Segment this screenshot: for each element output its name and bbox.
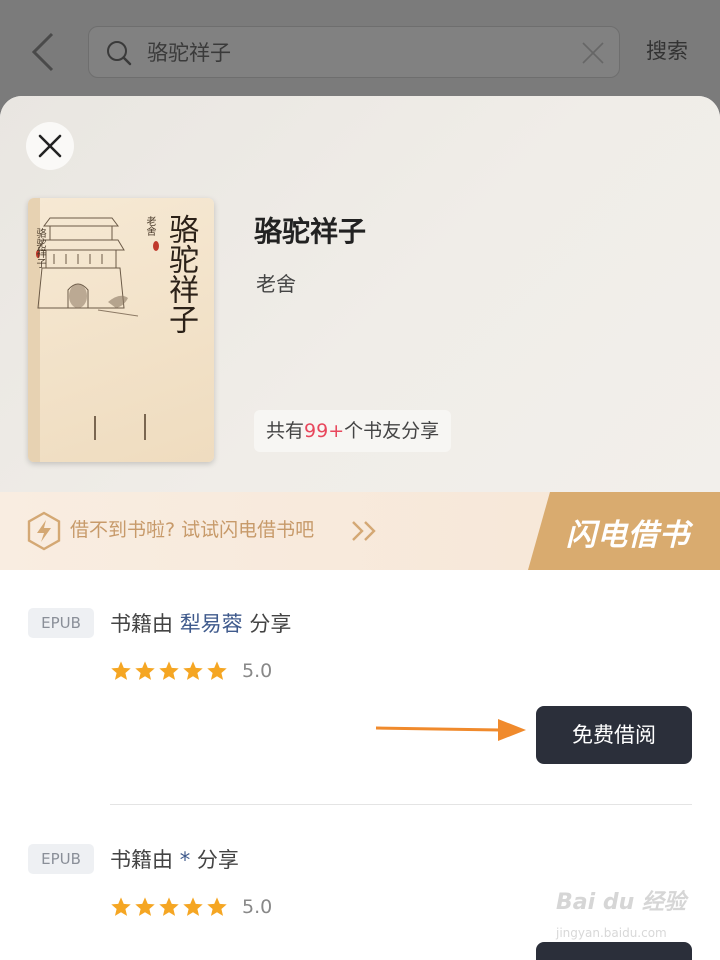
star-icon: [159, 897, 179, 916]
book-author[interactable]: 老舍: [256, 268, 296, 297]
share-suffix: 个书友分享: [344, 420, 440, 442]
share-prefix: 共有: [266, 420, 305, 442]
rating-value: 5.0: [242, 660, 273, 682]
cover-title: 骆驼祥子: [163, 214, 198, 334]
double-chevron-right-icon: [352, 521, 376, 541]
watermark-logo: Bai du 经验: [556, 890, 686, 915]
promo-text: 借不到书啦? 试试闪电借书吧: [70, 519, 315, 541]
sharer-name[interactable]: 犁易蓉: [180, 612, 243, 636]
book-title: 骆驼祥子: [254, 215, 367, 248]
free-borrow-button[interactable]: 免费借阅: [536, 942, 692, 960]
search-input[interactable]: 骆驼祥子: [88, 26, 620, 78]
share-count-badge: 共有99+个书友分享: [254, 410, 452, 452]
star-icon: [111, 897, 131, 916]
promo-badge-text: 闪电借书: [566, 518, 690, 553]
sharer-line: 书籍由 犁易蓉 分享: [110, 608, 291, 638]
format-badge: EPUB: [28, 844, 94, 874]
annotation-arrow-icon: [375, 719, 526, 741]
share-count: 99+: [304, 420, 345, 442]
star-icon: [159, 661, 179, 680]
search-query-text: 骆驼祥子: [147, 41, 231, 65]
share-entry: EPUB 书籍由 犁易蓉 分享 5.0 免费借阅: [0, 570, 720, 806]
star-icon: [207, 661, 227, 680]
star-icon: [135, 897, 155, 916]
lightning-icon: [27, 511, 61, 551]
sharer-suffix: 分享: [249, 612, 292, 636]
star-icon: [111, 661, 131, 680]
divider: [110, 804, 692, 805]
close-button[interactable]: [26, 122, 74, 170]
sharer-suffix: 分享: [196, 848, 239, 872]
format-badge: EPUB: [28, 608, 94, 638]
sharer-prefix: 书籍由: [110, 612, 173, 636]
watermark-url: jingyan.baidu.com: [556, 926, 667, 940]
star-rating: [110, 660, 228, 686]
clear-icon[interactable]: [579, 39, 607, 67]
book-detail-sheet: 老舍 骆驼祥子 骆驼祥子 骆驼祥子 老舍 共有99+个书友分享 借不到书啦? 试…: [0, 96, 720, 960]
sharer-prefix: 书籍由: [110, 848, 173, 872]
chevron-left-icon: [31, 32, 54, 72]
star-icon: [183, 661, 203, 680]
rating-value: 5.0: [242, 896, 273, 918]
star-rating: [110, 896, 228, 922]
close-icon: [38, 134, 62, 158]
free-borrow-button[interactable]: 免费借阅: [536, 706, 692, 764]
search-button[interactable]: 搜索: [646, 36, 688, 66]
sharer-line: 书籍由 * 分享: [110, 844, 239, 874]
book-cover[interactable]: 老舍 骆驼祥子 骆驼祥子: [28, 198, 214, 462]
sharer-name[interactable]: *: [180, 848, 191, 872]
star-icon: [183, 897, 203, 916]
back-button[interactable]: [24, 26, 64, 78]
book-header: 老舍 骆驼祥子 骆驼祥子 骆驼祥子 老舍 共有99+个书友分享: [0, 96, 720, 492]
cover-spine-text: 骆驼祥子: [34, 228, 45, 268]
search-icon: [107, 41, 132, 66]
top-bar: 骆驼祥子 搜索: [0, 0, 720, 100]
cover-author: 老舍: [144, 216, 155, 236]
star-icon: [135, 661, 155, 680]
flash-borrow-banner[interactable]: 借不到书啦? 试试闪电借书吧 闪电借书: [0, 492, 720, 570]
star-icon: [207, 897, 227, 916]
